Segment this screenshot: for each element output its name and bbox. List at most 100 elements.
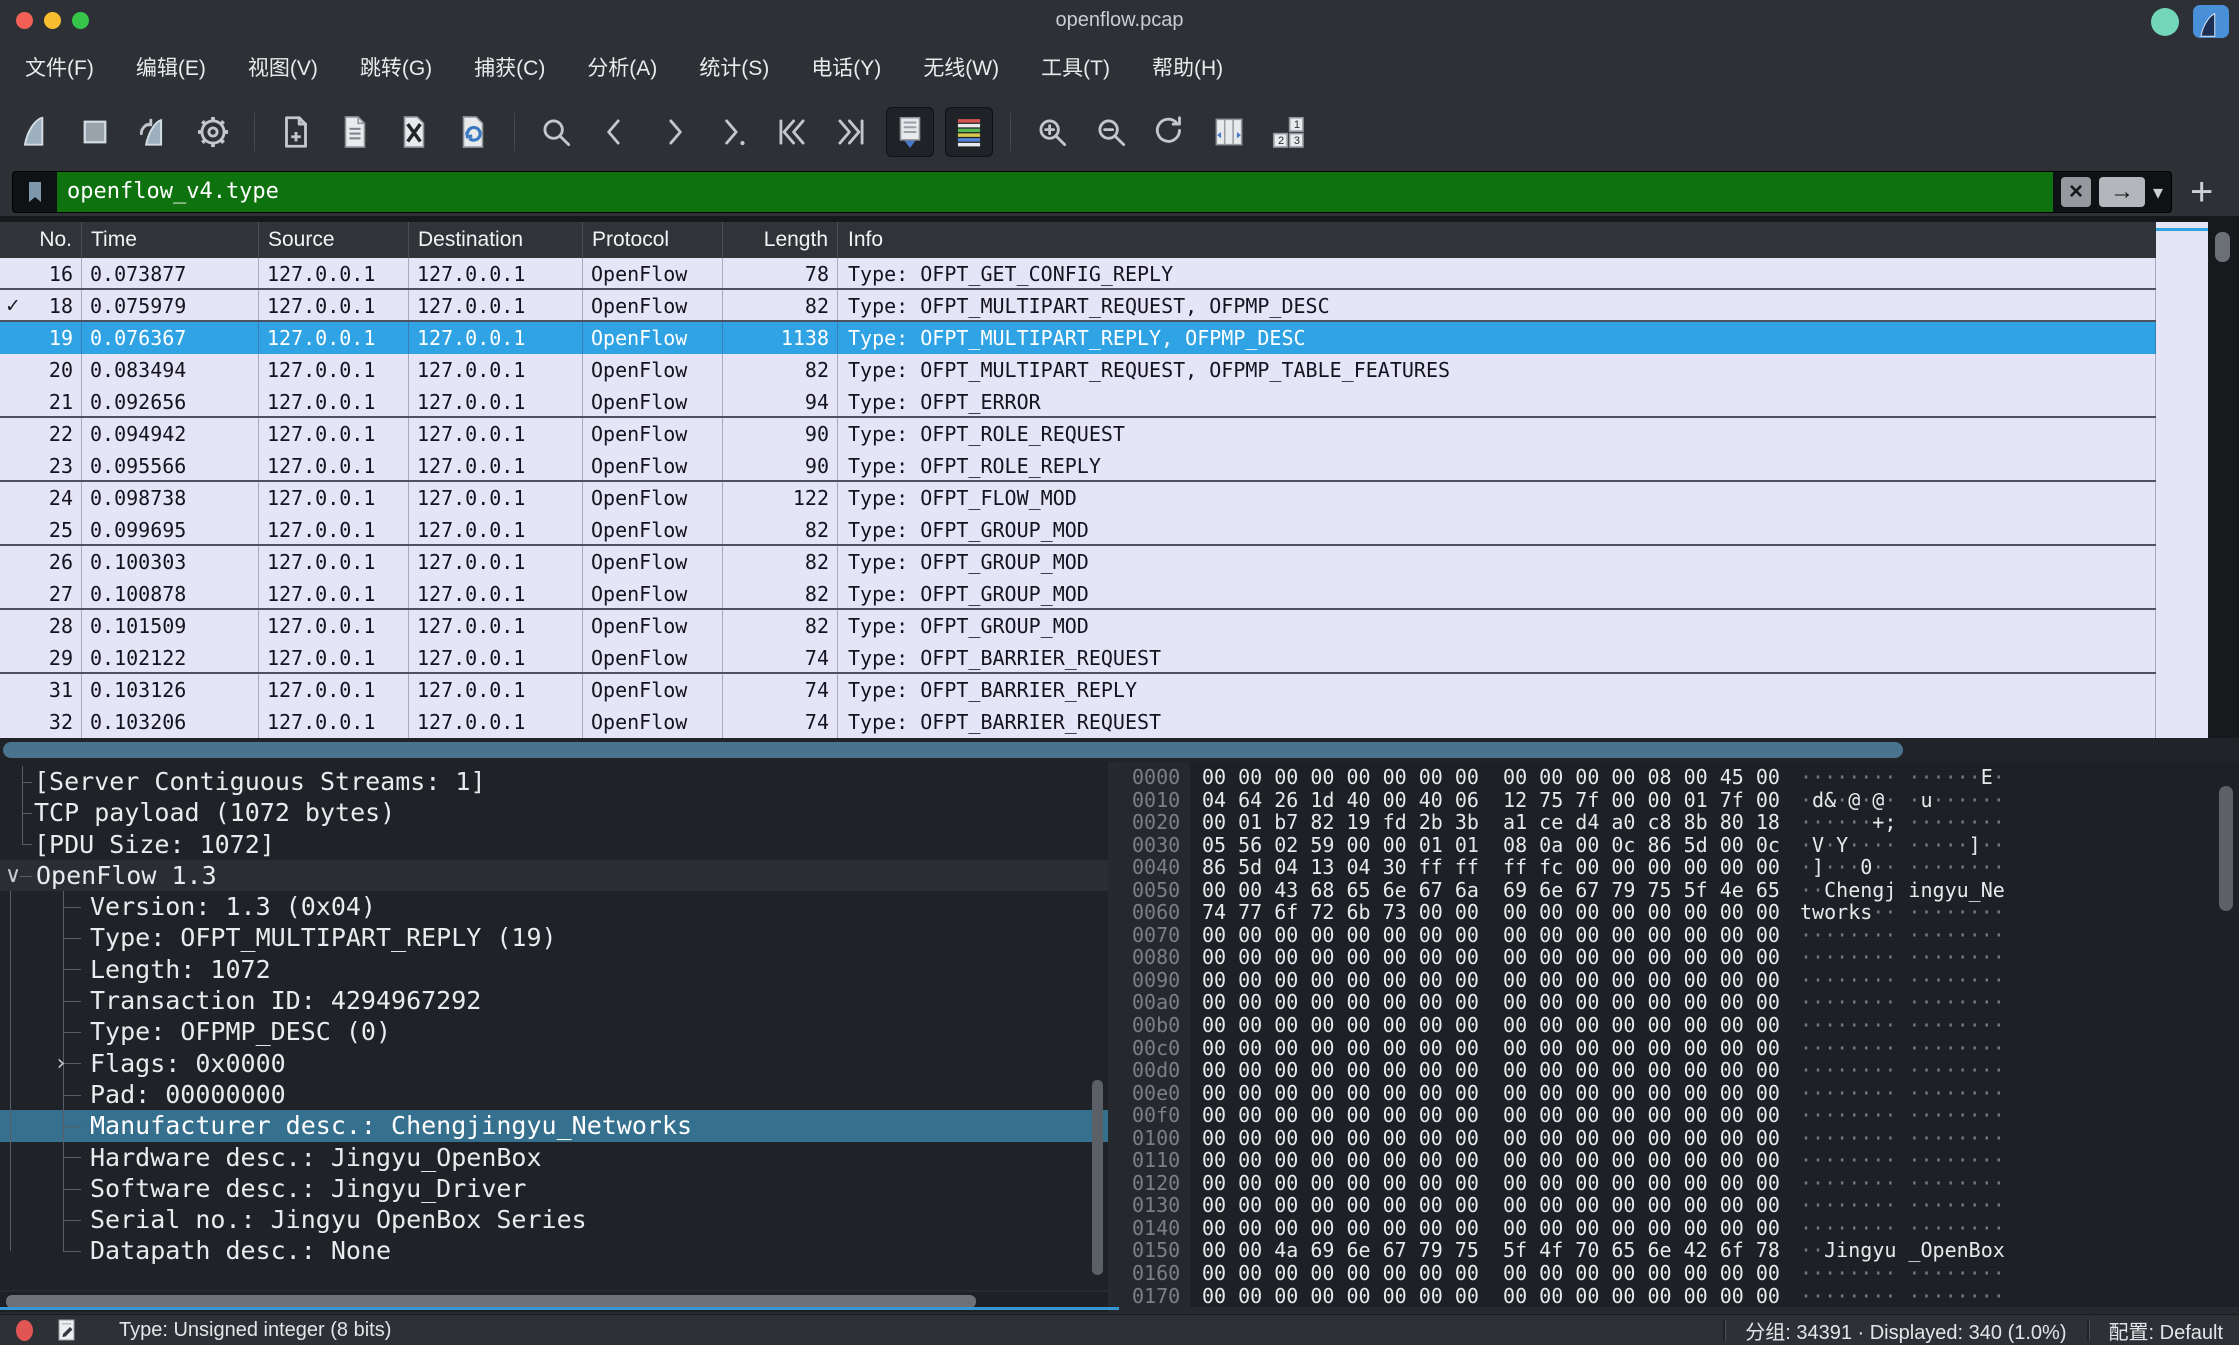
tree-row[interactable]: Datapath desc.: None xyxy=(0,1235,1108,1266)
hex-row[interactable]: 006074 77 6f 72 6b 73 00 00 00 00 00 00 … xyxy=(1120,901,2239,924)
hex-row[interactable]: 008000 00 00 00 00 00 00 00 00 00 00 00 … xyxy=(1120,946,2239,969)
tree-row[interactable]: Software desc.: Jingyu_Driver xyxy=(0,1173,1108,1204)
hex-row[interactable]: 009000 00 00 00 00 00 00 00 00 00 00 00 … xyxy=(1120,969,2239,992)
packet-list-scrollbar-minimap[interactable] xyxy=(2156,222,2208,738)
open-file-button[interactable] xyxy=(272,107,320,157)
packet-row[interactable]: 250.099695127.0.0.1127.0.0.1OpenFlow82Ty… xyxy=(0,514,2156,546)
stop-capture-button[interactable] xyxy=(71,107,119,157)
start-capture-button[interactable] xyxy=(12,107,60,157)
restart-capture-button[interactable] xyxy=(130,107,178,157)
resize-columns-button[interactable] xyxy=(1205,107,1253,157)
menu-item[interactable]: 统计(S) xyxy=(678,42,790,96)
column-header-length[interactable]: Length xyxy=(723,222,838,258)
maximize-window-button[interactable] xyxy=(72,12,89,29)
close-window-button[interactable] xyxy=(16,12,33,29)
tree-row[interactable]: [PDU Size: 1072] xyxy=(0,829,1108,860)
tree-row[interactable]: Type: OFPT_MULTIPART_REPLY (19) xyxy=(0,922,1108,953)
filter-clear-button[interactable]: × xyxy=(2061,177,2091,207)
go-first-packet-button[interactable] xyxy=(768,107,816,157)
tree-row[interactable]: Version: 1.3 (0x04) xyxy=(0,891,1108,922)
hex-pane-scrollbar-thumb[interactable] xyxy=(2219,786,2233,911)
tree-row[interactable]: ›Flags: 0x0000 xyxy=(0,1048,1108,1079)
packet-row[interactable]: 210.092656127.0.0.1127.0.0.1OpenFlow94Ty… xyxy=(0,386,2156,418)
filter-apply-button[interactable]: → xyxy=(2099,177,2145,207)
hex-row[interactable]: 004086 5d 04 13 04 30 ff ff ff fc 00 00 … xyxy=(1120,856,2239,879)
tree-row[interactable]: Manufacturer desc.: Chengjingyu_Networks xyxy=(0,1110,1108,1141)
menu-item[interactable]: 捕获(C) xyxy=(453,42,566,96)
packet-list-scrollbar-thumb[interactable] xyxy=(2215,232,2230,262)
packet-row[interactable]: 270.100878127.0.0.1127.0.0.1OpenFlow82Ty… xyxy=(0,578,2156,610)
go-to-packet-button[interactable] xyxy=(709,107,757,157)
packet-row[interactable]: 310.103126127.0.0.1127.0.0.1OpenFlow74Ty… xyxy=(0,674,2156,706)
menu-item[interactable]: 帮助(H) xyxy=(1131,42,1244,96)
filter-add-button[interactable]: + xyxy=(2190,172,2213,212)
hex-row[interactable]: 007000 00 00 00 00 00 00 00 00 00 00 00 … xyxy=(1120,924,2239,947)
minimize-window-button[interactable] xyxy=(44,12,61,29)
hex-row[interactable]: 013000 00 00 00 00 00 00 00 00 00 00 00 … xyxy=(1120,1194,2239,1217)
menu-item[interactable]: 跳转(G) xyxy=(339,42,453,96)
hex-row[interactable]: 00e000 00 00 00 00 00 00 00 00 00 00 00 … xyxy=(1120,1082,2239,1105)
tree-row[interactable]: Type: OFPMP_DESC (0) xyxy=(0,1016,1108,1047)
menu-item[interactable]: 电话(Y) xyxy=(790,42,902,96)
tree-row[interactable]: Length: 1072 xyxy=(0,954,1108,985)
close-file-button[interactable] xyxy=(390,107,438,157)
capture-comment-icon[interactable] xyxy=(55,1317,79,1343)
packet-row[interactable]: 280.101509127.0.0.1127.0.0.1OpenFlow82Ty… xyxy=(0,610,2156,642)
hex-row[interactable]: 00a000 00 00 00 00 00 00 00 00 00 00 00 … xyxy=(1120,991,2239,1014)
hex-row[interactable]: 00c000 00 00 00 00 00 00 00 00 00 00 00 … xyxy=(1120,1037,2239,1060)
menu-item[interactable]: 编辑(E) xyxy=(115,42,227,96)
packet-row[interactable]: 320.103206127.0.0.1127.0.0.1OpenFlow74Ty… xyxy=(0,706,2156,738)
hex-row[interactable]: 001004 64 26 1d 40 00 40 06 12 75 7f 00 … xyxy=(1120,789,2239,812)
menu-item[interactable]: 文件(F) xyxy=(4,42,115,96)
hex-row[interactable]: 005000 00 43 68 65 6e 67 6a 69 6e 67 79 … xyxy=(1120,879,2239,902)
zoom-in-button[interactable] xyxy=(1028,107,1076,157)
layout-123-button[interactable]: 123 xyxy=(1264,107,1312,157)
hex-row[interactable]: 015000 00 4a 69 6e 67 79 75 5f 4f 70 65 … xyxy=(1120,1239,2239,1262)
save-file-button[interactable] xyxy=(331,107,379,157)
hex-row[interactable]: 003005 56 02 59 00 00 01 01 08 0a 00 0c … xyxy=(1120,834,2239,857)
packet-row[interactable]: 260.100303127.0.0.1127.0.0.1OpenFlow82Ty… xyxy=(0,546,2156,578)
column-header-info[interactable]: Info xyxy=(838,222,2156,258)
packet-row[interactable]: ✓180.075979127.0.0.1127.0.0.1OpenFlow82T… xyxy=(0,290,2156,322)
tree-row[interactable]: [Server Contiguous Streams: 1] xyxy=(0,766,1108,797)
packet-row[interactable]: 200.083494127.0.0.1127.0.0.1OpenFlow82Ty… xyxy=(0,354,2156,386)
filter-input[interactable]: openflow_v4.type xyxy=(57,172,2053,212)
hex-row[interactable]: 010000 00 00 00 00 00 00 00 00 00 00 00 … xyxy=(1120,1127,2239,1150)
column-header-protocol[interactable]: Protocol xyxy=(583,222,723,258)
menu-item[interactable]: 分析(A) xyxy=(566,42,678,96)
hex-row[interactable]: 000000 00 00 00 00 00 00 00 00 00 00 00 … xyxy=(1120,766,2239,789)
hex-row[interactable]: 014000 00 00 00 00 00 00 00 00 00 00 00 … xyxy=(1120,1217,2239,1240)
packet-row[interactable]: 160.073877127.0.0.1127.0.0.1OpenFlow78Ty… xyxy=(0,258,2156,290)
filter-dropdown-caret-icon[interactable]: ▾ xyxy=(2153,180,2163,205)
filter-bookmark-icon[interactable] xyxy=(13,172,57,212)
tree-row[interactable]: Hardware desc.: Jingyu_OpenBox xyxy=(0,1142,1108,1173)
packet-list-hscrollbar-thumb[interactable] xyxy=(3,742,1903,758)
capture-options-gear-button[interactable] xyxy=(189,107,237,157)
hex-row[interactable]: 012000 00 00 00 00 00 00 00 00 00 00 00 … xyxy=(1120,1172,2239,1195)
zoom-out-button[interactable] xyxy=(1087,107,1135,157)
hex-row[interactable]: 011000 00 00 00 00 00 00 00 00 00 00 00 … xyxy=(1120,1149,2239,1172)
packet-row[interactable]: 290.102122127.0.0.1127.0.0.1OpenFlow74Ty… xyxy=(0,642,2156,674)
packet-row[interactable]: 190.076367127.0.0.1127.0.0.1OpenFlow1138… xyxy=(0,322,2156,354)
reload-file-button[interactable] xyxy=(449,107,497,157)
packet-list-vertical-scrollbar[interactable] xyxy=(2208,222,2239,738)
auto-scroll-button[interactable] xyxy=(886,107,934,157)
go-back-button[interactable] xyxy=(591,107,639,157)
menu-item[interactable]: 工具(T) xyxy=(1020,42,1131,96)
packet-row[interactable]: 230.095566127.0.0.1127.0.0.1OpenFlow90Ty… xyxy=(0,450,2156,482)
hex-row[interactable]: 00f000 00 00 00 00 00 00 00 00 00 00 00 … xyxy=(1120,1104,2239,1127)
column-header-time[interactable]: Time xyxy=(82,222,259,258)
hex-row[interactable]: 017000 00 00 00 00 00 00 00 00 00 00 00 … xyxy=(1120,1285,2239,1307)
display-filter-field[interactable]: openflow_v4.type × → ▾ xyxy=(12,171,2172,213)
expert-info-icon[interactable] xyxy=(16,1320,33,1341)
hex-row[interactable]: 016000 00 00 00 00 00 00 00 00 00 00 00 … xyxy=(1120,1262,2239,1285)
menu-item[interactable]: 无线(W) xyxy=(902,42,1020,96)
hex-row[interactable]: 002000 01 b7 82 19 fd 2b 3b a1 ce d4 a0 … xyxy=(1120,811,2239,834)
tree-row[interactable]: TCP payload (1072 bytes) xyxy=(0,797,1108,828)
go-last-packet-button[interactable] xyxy=(827,107,875,157)
packet-row[interactable]: 220.094942127.0.0.1127.0.0.1OpenFlow90Ty… xyxy=(0,418,2156,450)
expand-icon[interactable]: › xyxy=(50,1048,72,1079)
menu-item[interactable]: 视图(V) xyxy=(227,42,339,96)
tree-row[interactable]: Pad: 00000000 xyxy=(0,1079,1108,1110)
tree-row[interactable]: Serial no.: Jingyu OpenBox Series xyxy=(0,1204,1108,1235)
